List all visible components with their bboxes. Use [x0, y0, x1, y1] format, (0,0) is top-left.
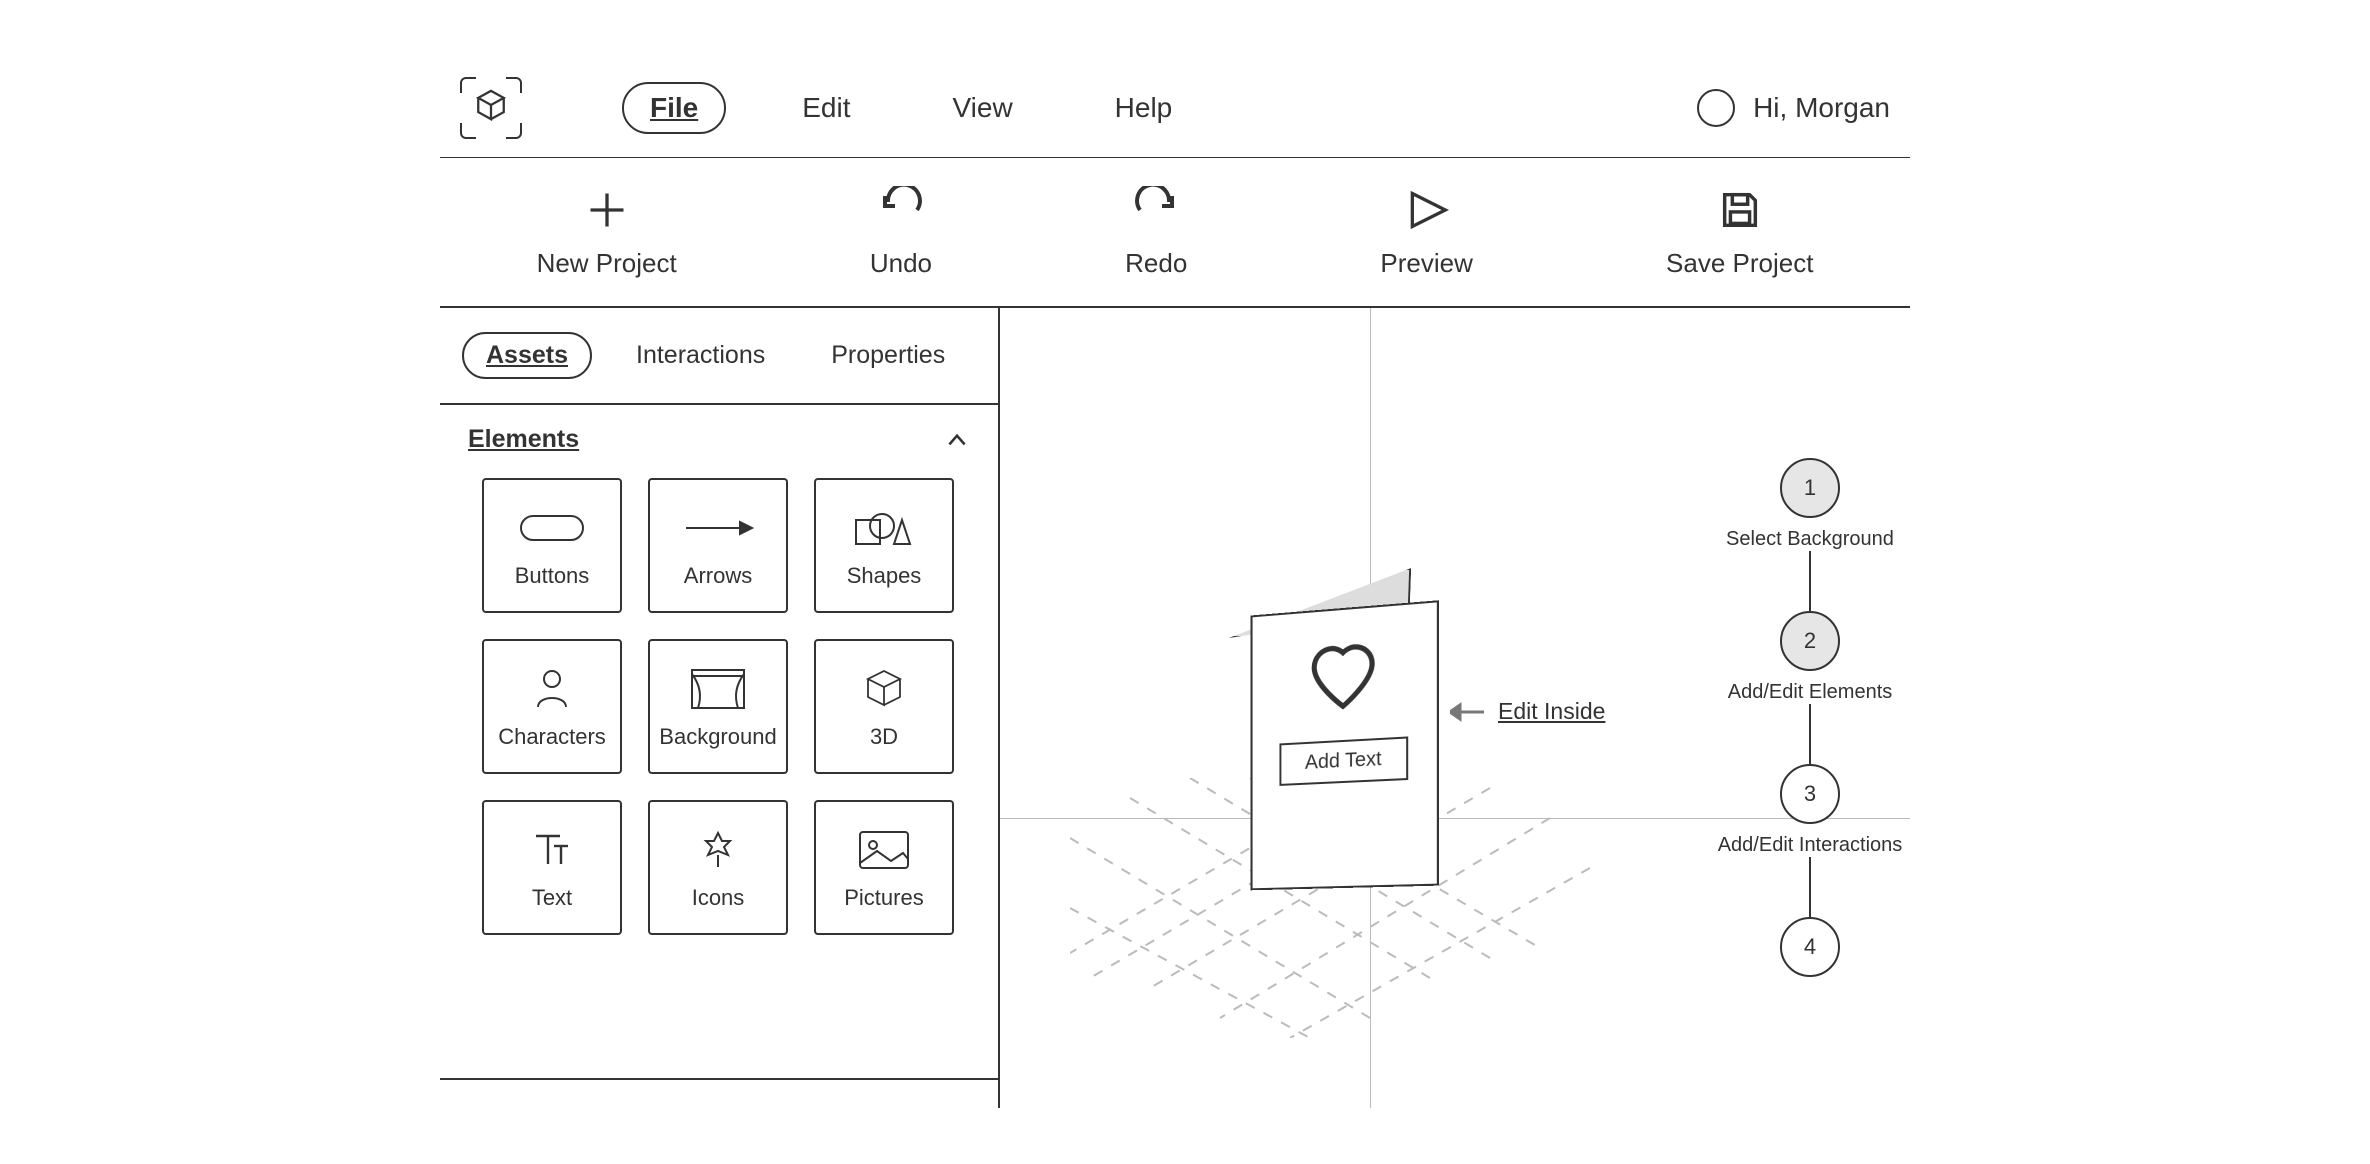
- user-area[interactable]: Hi, Morgan: [1697, 89, 1890, 127]
- toolbar-label: Redo: [1125, 248, 1187, 279]
- element-label: 3D: [870, 724, 898, 750]
- header: File Edit View Help Hi, Morgan: [440, 58, 1910, 158]
- avatar-icon: [1697, 89, 1735, 127]
- button-pill-icon: [519, 514, 585, 542]
- preview-button[interactable]: Preview: [1380, 186, 1472, 279]
- element-characters[interactable]: Characters: [482, 639, 622, 774]
- toolbar: New Project Undo Redo P: [440, 158, 1910, 308]
- element-background[interactable]: Background: [648, 639, 788, 774]
- step-3[interactable]: 3 Add/Edit Interactions: [1718, 764, 1903, 857]
- step-connector: [1809, 551, 1811, 611]
- text-t-icon: [530, 828, 574, 872]
- app-logo[interactable]: [460, 77, 522, 139]
- undo-button[interactable]: Undo: [870, 186, 932, 279]
- new-project-button[interactable]: New Project: [537, 186, 677, 279]
- user-greeting: Hi, Morgan: [1753, 92, 1890, 124]
- arrow-left-icon: [1450, 702, 1484, 722]
- step-label: Select Background: [1726, 528, 1894, 551]
- elements-section-header[interactable]: Elements: [440, 405, 998, 466]
- shapes-icon: [852, 506, 916, 550]
- save-icon: [1717, 187, 1763, 233]
- undo-icon: [877, 186, 925, 234]
- tab-properties[interactable]: Properties: [809, 334, 967, 377]
- edit-inside-link[interactable]: Edit Inside: [1450, 698, 1605, 725]
- panel-tabs: Assets Interactions Properties: [440, 308, 998, 405]
- menu-view[interactable]: View: [926, 84, 1038, 132]
- panel-bottom-divider: [440, 1078, 998, 1108]
- element-buttons[interactable]: Buttons: [482, 478, 622, 613]
- leaf-icon: [698, 829, 738, 871]
- card-object[interactable]: Add Text: [1230, 588, 1430, 868]
- heart-icon: [1299, 635, 1388, 719]
- card-front-face[interactable]: Add Text: [1251, 600, 1439, 890]
- person-icon: [532, 667, 572, 711]
- element-label: Text: [532, 885, 572, 911]
- element-arrows[interactable]: Arrows: [648, 478, 788, 613]
- left-panel: Assets Interactions Properties Elements …: [440, 308, 1000, 1108]
- toolbar-label: Undo: [870, 248, 932, 279]
- image-icon: [857, 829, 911, 871]
- step-connector: [1809, 857, 1811, 917]
- play-icon: [1402, 188, 1452, 232]
- element-pictures[interactable]: Pictures: [814, 800, 954, 935]
- main-menu: File Edit View Help: [622, 82, 1198, 134]
- element-label: Icons: [692, 885, 745, 911]
- element-grid: Buttons Arrows Shapes Characters Backgro…: [440, 466, 998, 965]
- tab-interactions[interactable]: Interactions: [614, 334, 787, 377]
- cube-icon: [474, 88, 508, 122]
- element-shapes[interactable]: Shapes: [814, 478, 954, 613]
- toolbar-label: Save Project: [1666, 248, 1813, 279]
- menu-edit[interactable]: Edit: [776, 84, 876, 132]
- plus-icon: [585, 188, 629, 232]
- edit-inside-label: Edit Inside: [1498, 698, 1605, 725]
- element-icons[interactable]: Icons: [648, 800, 788, 935]
- steps-panel: 1 Select Background 2 Add/Edit Elements …: [1700, 458, 1920, 987]
- step-label: Add/Edit Interactions: [1718, 834, 1903, 857]
- cube-icon: [862, 667, 906, 711]
- element-label: Buttons: [515, 563, 590, 589]
- step-2[interactable]: 2 Add/Edit Elements: [1728, 611, 1893, 704]
- chevron-up-icon: [944, 427, 970, 453]
- element-text[interactable]: Text: [482, 800, 622, 935]
- canvas[interactable]: Add Text Edit Inside 1 Select Background…: [1000, 308, 1910, 1108]
- step-number: 1: [1780, 458, 1840, 518]
- add-text-button[interactable]: Add Text: [1280, 736, 1408, 785]
- element-label: Shapes: [847, 563, 922, 589]
- toolbar-label: Preview: [1380, 248, 1472, 279]
- step-number: 4: [1780, 917, 1840, 977]
- step-1[interactable]: 1 Select Background: [1726, 458, 1894, 551]
- menu-file[interactable]: File: [622, 82, 726, 134]
- element-label: Background: [659, 724, 776, 750]
- element-label: Characters: [498, 724, 606, 750]
- step-number: 3: [1780, 764, 1840, 824]
- element-label: Pictures: [844, 885, 923, 911]
- step-4[interactable]: 4: [1780, 917, 1840, 987]
- step-connector: [1809, 704, 1811, 764]
- step-number: 2: [1780, 611, 1840, 671]
- element-3d[interactable]: 3D: [814, 639, 954, 774]
- redo-button[interactable]: Redo: [1125, 186, 1187, 279]
- elements-title: Elements: [468, 425, 579, 454]
- save-project-button[interactable]: Save Project: [1666, 186, 1813, 279]
- menu-help[interactable]: Help: [1089, 84, 1199, 132]
- toolbar-label: New Project: [537, 248, 677, 279]
- tab-assets[interactable]: Assets: [462, 332, 592, 379]
- curtains-icon: [690, 668, 746, 710]
- arrow-right-icon: [682, 516, 754, 540]
- step-label: Add/Edit Elements: [1728, 681, 1893, 704]
- redo-icon: [1132, 186, 1180, 234]
- element-label: Arrows: [684, 563, 752, 589]
